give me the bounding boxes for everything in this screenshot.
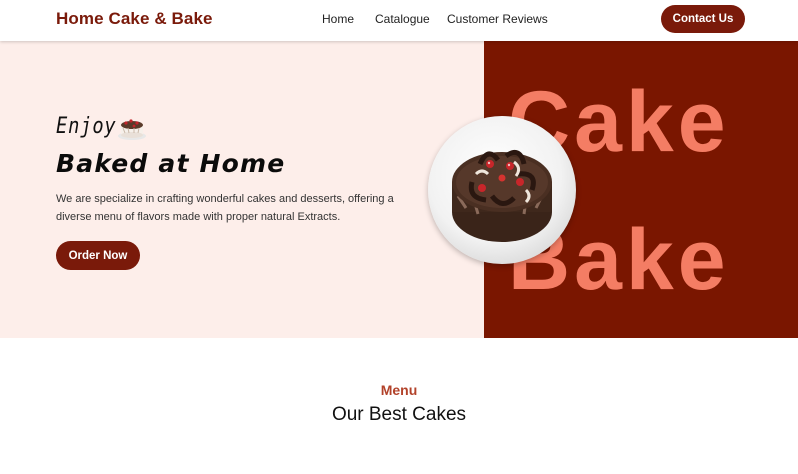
chocolate-cake-image	[452, 149, 552, 242]
menu-section-title: Our Best Cakes	[331, 404, 467, 425]
hero-title: Baked at Home	[56, 149, 286, 178]
enjoy-text: Enjoy	[56, 114, 117, 139]
navbar: Home Cake & Bake Home Catalogue Customer…	[0, 0, 798, 41]
cake-icon	[118, 119, 146, 140]
nav-link-customer-reviews[interactable]: Customer Reviews	[447, 12, 548, 26]
nav-link-catalogue[interactable]: Catalogue	[375, 12, 430, 26]
nav-link-home[interactable]: Home	[322, 12, 354, 26]
hero-description: We are specialize in crafting wonderful …	[56, 193, 394, 223]
menu-kicker: Menu	[380, 382, 418, 398]
cake-plate-image	[428, 116, 576, 264]
brand-logo[interactable]: Home Cake & Bake	[56, 9, 213, 29]
order-now-button[interactable]: Order Now	[56, 241, 140, 270]
enjoy-row: Enjoy	[56, 114, 146, 140]
contact-us-button[interactable]: Contact Us	[661, 5, 745, 33]
